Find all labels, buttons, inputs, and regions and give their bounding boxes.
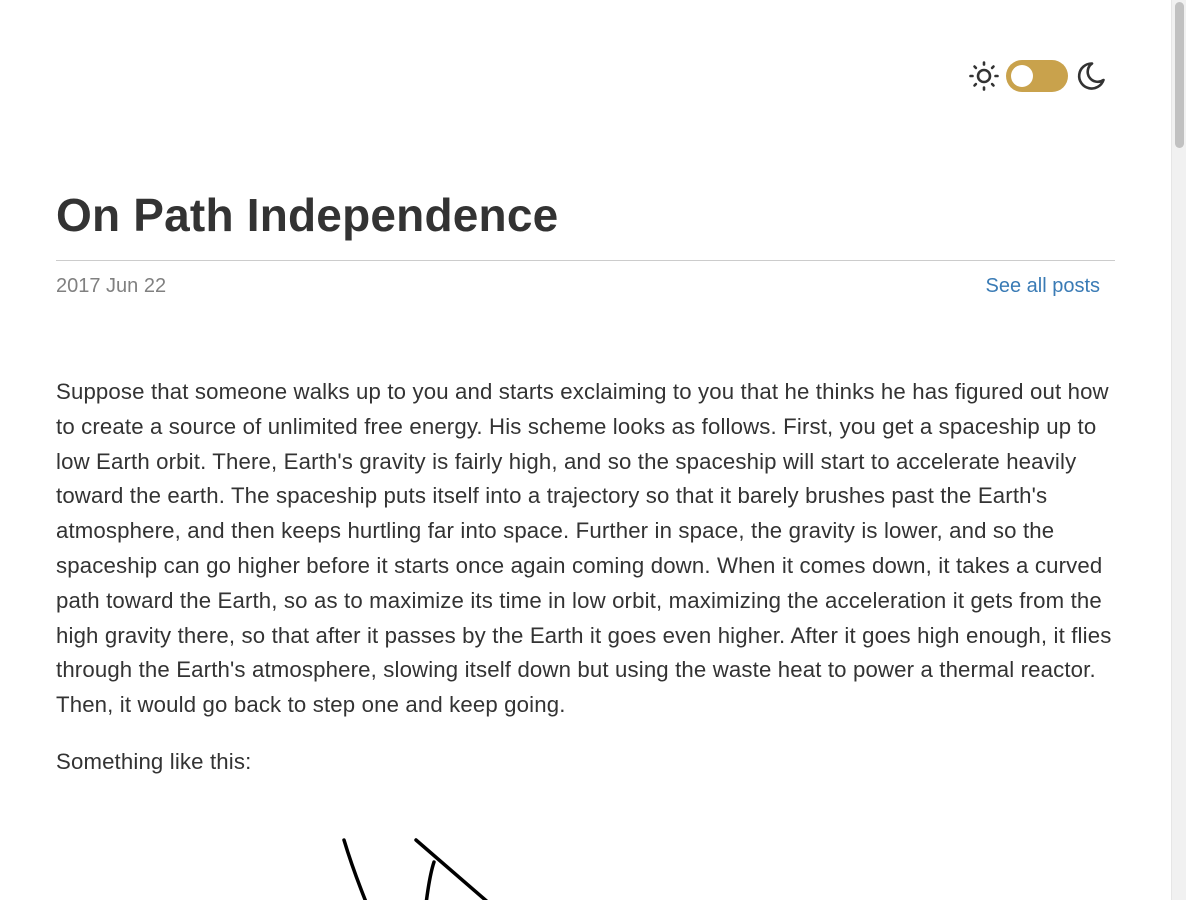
sun-icon: [969, 61, 999, 91]
moon-icon: [1077, 62, 1105, 90]
theme-switch-knob: [1011, 65, 1033, 87]
paragraph-intro: Suppose that someone walks up to you and…: [56, 379, 1112, 718]
theme-toggle: [968, 58, 1108, 94]
vertical-scrollbar[interactable]: [1171, 0, 1186, 900]
title-divider: [56, 260, 1115, 261]
see-all-posts-link[interactable]: See all posts: [985, 275, 1100, 298]
orbit-diagram: [342, 838, 489, 900]
theme-switch[interactable]: [1006, 60, 1068, 92]
post-date: 2017 Jun 22: [56, 275, 167, 297]
scrollbar-thumb[interactable]: [1175, 2, 1184, 148]
page: On Path Independence 2017 Jun 22 See all…: [0, 0, 1171, 900]
post-title: On Path Independence: [56, 189, 559, 241]
post-body: Suppose that someone walks up to you and…: [56, 375, 1118, 802]
paragraph-something-like-this: Something like this:: [56, 748, 252, 774]
